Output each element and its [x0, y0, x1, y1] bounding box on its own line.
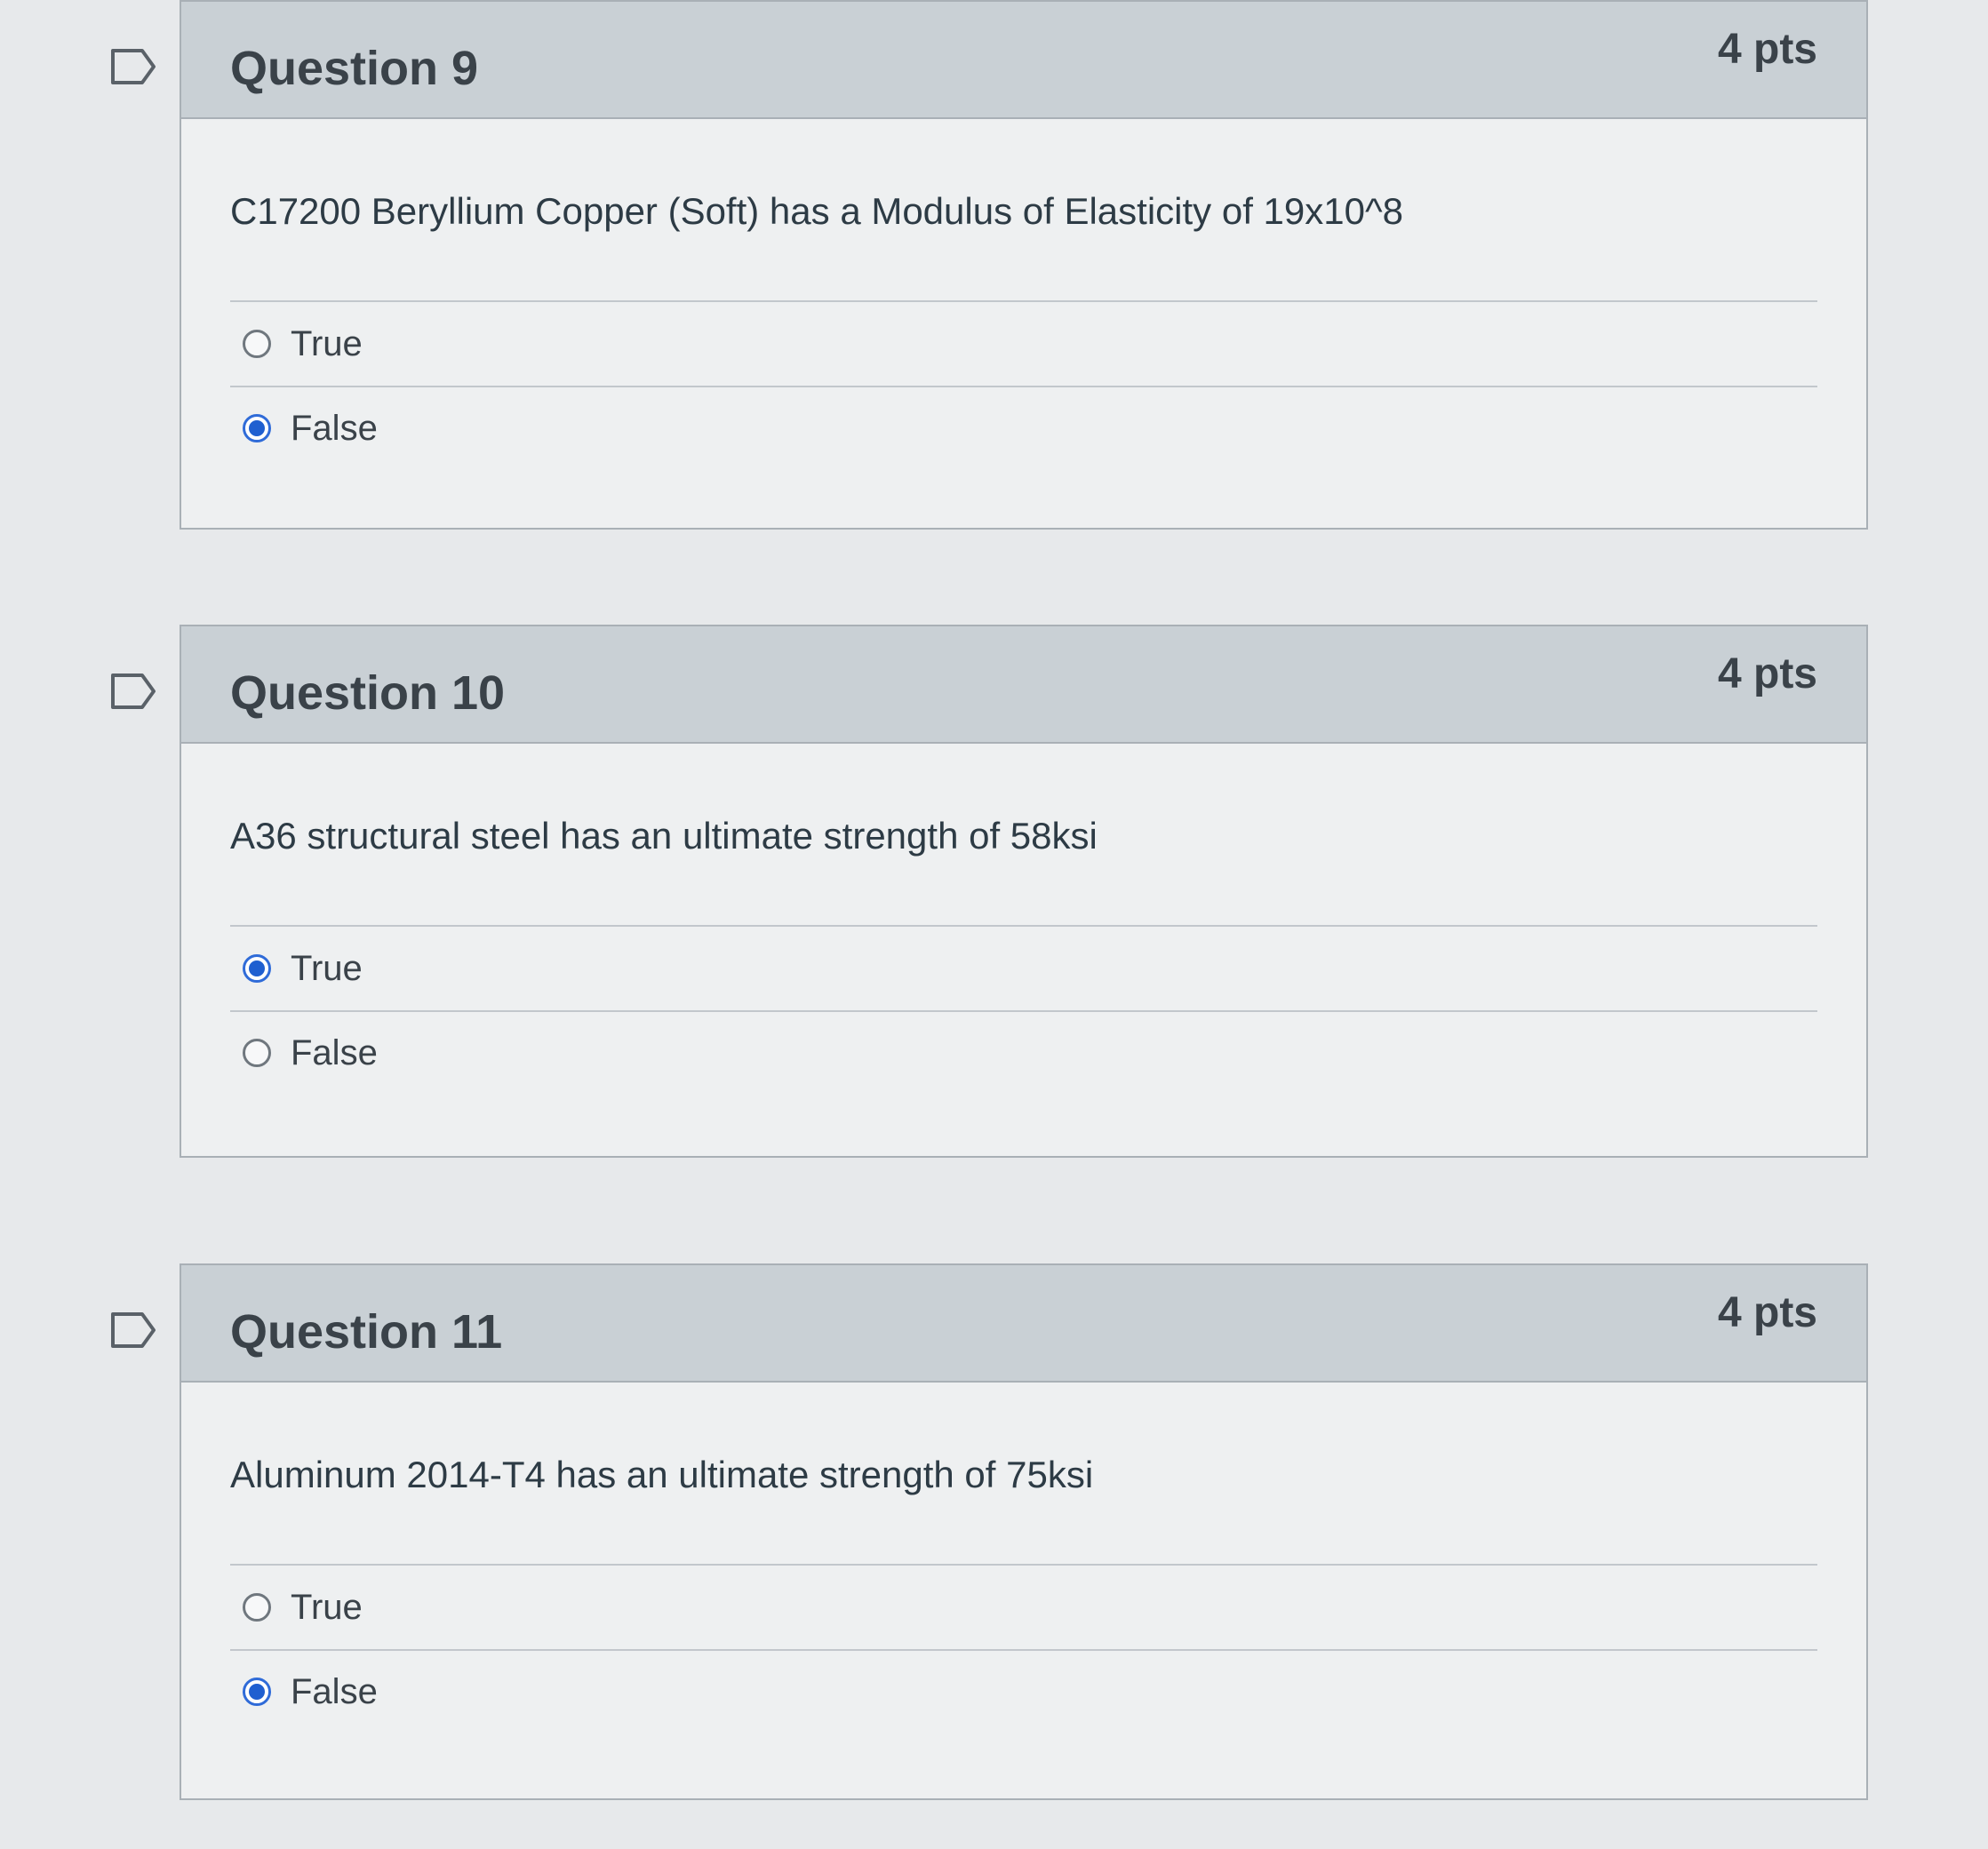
answer-label: True [291, 948, 363, 988]
radio-unselected-icon[interactable] [243, 1593, 271, 1622]
question-text: Aluminum 2014-T4 has an ultimate strengt… [230, 1454, 1094, 1495]
answer-label: True [291, 1587, 363, 1627]
radio-unselected-icon[interactable] [243, 1039, 271, 1067]
answer-option-true[interactable]: True [230, 927, 1817, 1010]
answer-option-true[interactable]: True [230, 302, 1817, 386]
quiz-questions: Question 9 4 pts C17200 Beryllium Copper… [0, 0, 1988, 1849]
question-points: 4 pts [1717, 26, 1817, 73]
question-10: Question 10 4 pts A36 structural steel h… [111, 625, 1868, 1158]
answer-list: True False [230, 1564, 1817, 1733]
question-header: Question 10 4 pts [181, 626, 1866, 744]
answer-option-false[interactable]: False [230, 1649, 1817, 1733]
answer-list: True False [230, 300, 1817, 469]
answer-option-false[interactable]: False [230, 1010, 1817, 1094]
question-9: Question 9 4 pts C17200 Beryllium Copper… [111, 0, 1868, 530]
question-header: Question 9 4 pts [181, 2, 1866, 119]
question-text: C17200 Beryllium Copper (Soft) has a Mod… [230, 190, 1404, 232]
flag-question-icon[interactable] [110, 48, 156, 85]
question-11: Question 11 4 pts Aluminum 2014-T4 has a… [111, 1263, 1868, 1800]
question-title: Question 9 [230, 42, 479, 95]
question-body: A36 structural steel has an ultimate str… [181, 744, 1866, 1094]
question-body: Aluminum 2014-T4 has an ultimate strengt… [181, 1383, 1866, 1733]
question-text: A36 structural steel has an ultimate str… [230, 815, 1098, 857]
radio-selected-icon[interactable] [243, 1678, 271, 1706]
radio-unselected-icon[interactable] [243, 330, 271, 358]
question-header: Question 11 4 pts [181, 1265, 1866, 1383]
flag-question-icon[interactable] [110, 673, 156, 710]
question-title: Question 11 [230, 1305, 503, 1359]
question-points: 4 pts [1717, 1289, 1817, 1336]
question-body: C17200 Beryllium Copper (Soft) has a Mod… [181, 119, 1866, 469]
radio-selected-icon[interactable] [243, 954, 271, 983]
answer-label: False [291, 1671, 378, 1711]
answer-label: False [291, 1032, 378, 1072]
radio-selected-icon[interactable] [243, 414, 271, 442]
question-title: Question 10 [230, 666, 506, 720]
answer-option-false[interactable]: False [230, 386, 1817, 469]
answer-label: True [291, 323, 363, 363]
answer-option-true[interactable]: True [230, 1566, 1817, 1649]
answer-label: False [291, 408, 378, 448]
question-points: 4 pts [1717, 650, 1817, 697]
flag-question-icon[interactable] [110, 1311, 156, 1349]
answer-list: True False [230, 925, 1817, 1094]
